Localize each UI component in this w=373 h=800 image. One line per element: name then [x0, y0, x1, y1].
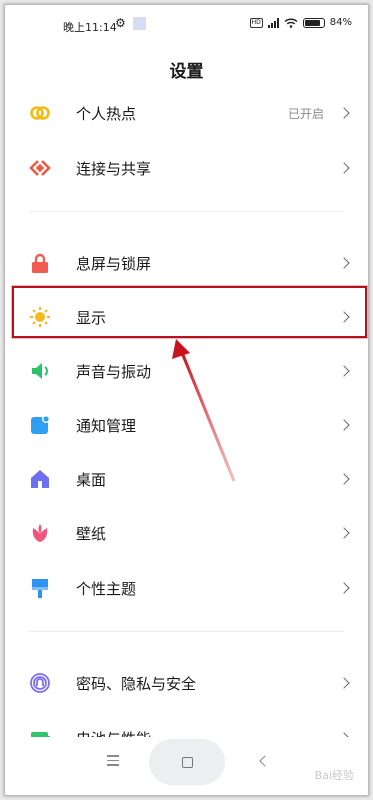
home-button[interactable] [149, 739, 225, 785]
back-icon[interactable] [259, 755, 271, 767]
phone-screen: 晚上11:14 ⚙ HD 84% 设置 个人热点 已开启 连接与共享 息屏与锁屏 显示声… [4, 4, 369, 796]
menu-icon[interactable] [107, 755, 119, 769]
navigation-bar: Bai经验 [5, 737, 368, 795]
annotation-arrow [172, 339, 236, 482]
home-square-icon [181, 756, 193, 768]
watermark-logo-icon: Bai经验 [314, 769, 354, 782]
